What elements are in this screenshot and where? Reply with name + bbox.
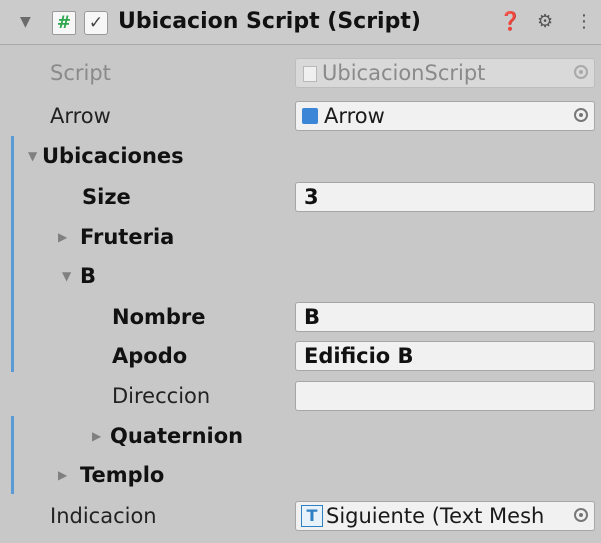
indicacion-label: Indicacion	[50, 504, 157, 528]
row-quaternion[interactable]: ▶ Quaternion	[0, 416, 601, 456]
direccion-input[interactable]	[295, 381, 595, 411]
nombre-input[interactable]: B	[295, 302, 595, 332]
row-arrow: Arrow Arrow	[0, 96, 601, 136]
script-file-icon	[303, 66, 317, 82]
size-label: Size	[82, 185, 131, 209]
row-size: Size 3	[0, 177, 601, 217]
row-fruteria[interactable]: ▶ Fruteria	[0, 217, 601, 257]
size-input[interactable]: 3	[295, 182, 595, 212]
object-picker-icon[interactable]	[574, 508, 588, 522]
collapsed-arrow-icon[interactable]: ▶	[92, 416, 101, 456]
arrow-value: Arrow	[324, 104, 385, 128]
component-header[interactable]: ▼ # ✓ Ubicacion Script (Script) ❓ ⚙ ⋮	[0, 0, 601, 45]
templo-label[interactable]: Templo	[80, 455, 164, 495]
nombre-label: Nombre	[112, 305, 206, 329]
prefab-cube-icon	[302, 108, 318, 124]
ubicaciones-label[interactable]: Ubicaciones	[42, 136, 184, 176]
b-label[interactable]: B	[80, 256, 96, 296]
object-picker-icon	[574, 65, 588, 79]
indicacion-value: Siguiente (Text Mesh	[326, 504, 545, 528]
indicacion-object-field[interactable]: T Siguiente (Text Mesh	[295, 501, 595, 531]
expand-arrow-icon[interactable]: ▼	[62, 256, 71, 296]
script-hash-icon: #	[52, 11, 76, 35]
script-value: UbicacionScript	[322, 61, 486, 85]
help-icon[interactable]: ❓	[499, 0, 521, 44]
text-mesh-icon: T	[301, 505, 323, 527]
apodo-input[interactable]: Edificio B	[295, 341, 595, 371]
row-script: Script UbicacionScript	[0, 53, 601, 93]
apodo-label: Apodo	[112, 344, 188, 368]
script-field: UbicacionScript	[295, 58, 595, 88]
nombre-value: B	[304, 305, 321, 329]
component-title: Ubicacion Script (Script)	[118, 9, 421, 34]
size-value: 3	[304, 185, 319, 209]
arrow-object-field[interactable]: Arrow	[295, 101, 595, 131]
quaternion-label[interactable]: Quaternion	[110, 416, 243, 456]
row-b[interactable]: ▼ B	[0, 256, 601, 296]
row-nombre: Nombre B	[0, 297, 601, 337]
direccion-label: Direccion	[112, 384, 211, 408]
presets-icon[interactable]: ⚙	[537, 0, 553, 44]
enable-checkbox[interactable]: ✓	[84, 11, 108, 35]
arrow-label: Arrow	[50, 104, 111, 128]
script-label: Script	[50, 61, 111, 85]
row-apodo: Apodo Edificio B	[0, 336, 601, 376]
row-ubicaciones[interactable]: ▼ Ubicaciones	[0, 136, 601, 176]
fruteria-label[interactable]: Fruteria	[80, 217, 174, 257]
apodo-value: Edificio B	[304, 344, 414, 368]
inspector-panel: ▼ # ✓ Ubicacion Script (Script) ❓ ⚙ ⋮ Sc…	[0, 0, 601, 543]
collapsed-arrow-icon[interactable]: ▶	[58, 217, 67, 257]
row-direccion: Direccion	[0, 376, 601, 416]
foldout-arrow-icon[interactable]: ▼	[20, 0, 31, 44]
kebab-menu-icon[interactable]: ⋮	[575, 0, 593, 44]
expand-arrow-icon[interactable]: ▼	[28, 136, 37, 176]
object-picker-icon[interactable]	[574, 108, 588, 122]
collapsed-arrow-icon[interactable]: ▶	[58, 455, 67, 495]
row-templo[interactable]: ▶ Templo	[0, 455, 601, 495]
row-indicacion: Indicacion T Siguiente (Text Mesh	[0, 496, 601, 536]
